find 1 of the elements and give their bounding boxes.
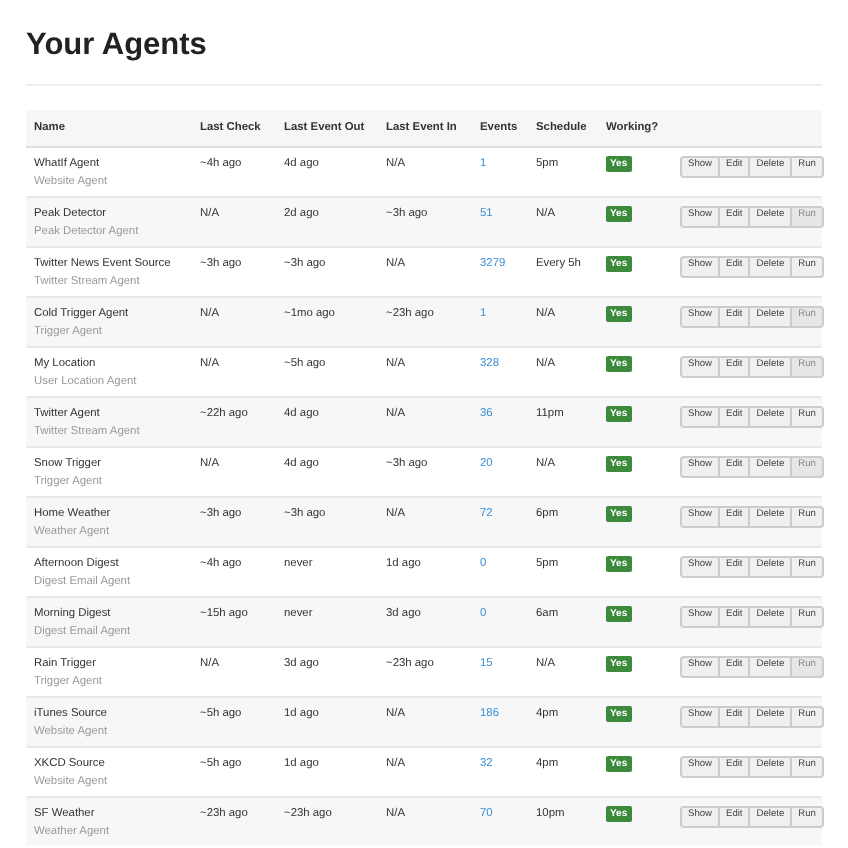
- page-title: Your Agents: [26, 28, 207, 64]
